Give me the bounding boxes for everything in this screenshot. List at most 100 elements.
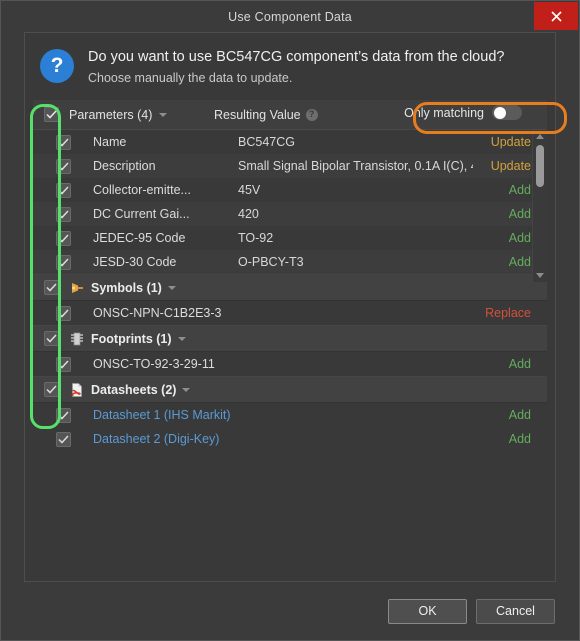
section-label-datasheets-text: Datasheets (2): [91, 382, 177, 397]
section-checkbox-cell: [33, 331, 69, 346]
table-row[interactable]: Datasheet 1 (IHS Markit) Add: [33, 403, 547, 427]
table-column-header: Parameters (4) Resulting Value ? Only ma…: [33, 100, 547, 130]
row-checkbox-cell: [33, 182, 93, 198]
content-panel: ? Do you want to use BC547CG component’s…: [24, 32, 556, 582]
row-checkbox-cell: [33, 407, 93, 423]
chevron-down-icon[interactable]: [167, 285, 176, 290]
check-icon: [57, 410, 69, 420]
check-icon: [57, 161, 69, 171]
scrollbar-track[interactable]: [533, 143, 547, 269]
parameter-value: Small Signal Bipolar Transistor, 0.1A I(…: [238, 159, 473, 173]
check-icon: [57, 185, 69, 195]
select-all-checkbox[interactable]: [43, 107, 59, 122]
row-checkbox[interactable]: [55, 134, 71, 150]
check-icon: [57, 209, 69, 219]
row-checkbox-cell: [33, 431, 93, 447]
chevron-up-icon: [536, 134, 544, 139]
check-icon: [57, 308, 69, 318]
check-icon: [45, 110, 57, 119]
table-row[interactable]: JESD-30 Code O-PBCY-T3 Add: [33, 250, 547, 274]
only-matching-switch[interactable]: [492, 105, 522, 120]
only-matching-toggle[interactable]: Only matching: [395, 103, 528, 122]
title-bar: Use Component Data: [1, 1, 579, 32]
parameter-value: 45V: [238, 183, 261, 197]
row-action-link[interactable]: Add: [473, 408, 547, 422]
column-header-parameters[interactable]: Parameters (4): [69, 108, 214, 122]
chevron-down-icon[interactable]: [182, 387, 191, 392]
symbol-icon: [72, 282, 83, 293]
dialog-body: ? Do you want to use BC547CG component’s…: [1, 32, 579, 582]
question-title: Do you want to use BC547CG component’s d…: [88, 49, 505, 65]
row-checkbox-cell: [33, 158, 93, 174]
parameter-value: O-PBCY-T3: [238, 255, 304, 269]
datasheet-link[interactable]: Datasheet 1 (IHS Markit): [93, 408, 473, 422]
ok-button[interactable]: OK: [388, 598, 467, 624]
question-subtitle: Choose manually the data to update.: [88, 71, 293, 85]
parameter-name: Name: [93, 135, 127, 149]
window-title: Use Component Data: [228, 9, 352, 24]
section-checkbox[interactable]: [43, 331, 59, 346]
table-rows-scroll-area[interactable]: Name BC547CG Update Description Small Si…: [33, 130, 547, 581]
parameter-name: DC Current Gai...: [93, 207, 190, 221]
table-row[interactable]: Name BC547CG Update: [33, 130, 547, 154]
row-checkbox-cell: [33, 305, 93, 321]
section-checkbox[interactable]: [43, 280, 59, 295]
section-header-symbols[interactable]: Symbols (1): [33, 274, 547, 301]
parameter-value: BC547CG: [238, 135, 295, 149]
chevron-down-icon[interactable]: [159, 112, 168, 117]
row-checkbox[interactable]: [55, 158, 71, 174]
section-label-datasheets: Datasheets (2): [69, 382, 191, 398]
section-header-footprints[interactable]: Footprints (1): [33, 325, 547, 352]
row-checkbox[interactable]: [55, 254, 71, 270]
close-button[interactable]: [534, 2, 578, 30]
table-row[interactable]: ONSC-NPN-C1B2E3-3 Replace: [33, 301, 547, 325]
vertical-scrollbar[interactable]: [532, 130, 547, 282]
chevron-down-icon[interactable]: [177, 336, 186, 341]
row-checkbox-cell: [33, 134, 93, 150]
row-checkbox[interactable]: [55, 305, 71, 321]
check-icon: [45, 334, 57, 343]
check-icon: [45, 283, 57, 292]
use-component-data-dialog: Use Component Data ? Do you want to use …: [0, 0, 580, 641]
check-icon: [45, 385, 57, 394]
row-checkbox-cell: [33, 356, 93, 372]
select-all-checkbox-cell: [33, 107, 69, 122]
footprint-name: ONSC-TO-92-3-29-11: [93, 357, 215, 371]
column-header-resulting-value-label: Resulting Value: [214, 107, 301, 122]
row-checkbox[interactable]: [55, 407, 71, 423]
check-icon: [57, 233, 69, 243]
section-checkbox-cell: [33, 280, 69, 295]
row-action-link[interactable]: Add: [473, 357, 547, 371]
row-checkbox[interactable]: [55, 230, 71, 246]
row-action-link[interactable]: Replace: [473, 306, 547, 320]
section-label-footprints-text: Footprints (1): [91, 331, 172, 346]
scrollbar-thumb[interactable]: [536, 145, 544, 187]
column-header-parameters-label: Parameters (4): [69, 107, 153, 122]
row-checkbox-cell: [33, 230, 93, 246]
scroll-down-button[interactable]: [533, 269, 547, 282]
scroll-up-button[interactable]: [533, 130, 547, 143]
row-checkbox[interactable]: [55, 206, 71, 222]
question-header: ? Do you want to use BC547CG component’s…: [25, 33, 555, 100]
table-row[interactable]: DC Current Gai... 420 Add: [33, 202, 547, 226]
chevron-down-icon: [536, 273, 544, 278]
table-row[interactable]: Description Small Signal Bipolar Transis…: [33, 154, 547, 178]
row-checkbox[interactable]: [55, 182, 71, 198]
datasheet-link[interactable]: Datasheet 2 (Digi-Key): [93, 432, 473, 446]
table-row[interactable]: ONSC-TO-92-3-29-11 Add: [33, 352, 547, 376]
section-header-datasheets[interactable]: Datasheets (2): [33, 376, 547, 403]
only-matching-label: Only matching: [404, 105, 484, 120]
row-checkbox[interactable]: [55, 431, 71, 447]
table-row[interactable]: JEDEC-95 Code TO-92 Add: [33, 226, 547, 250]
row-action-link[interactable]: Add: [473, 432, 547, 446]
parameter-name: JEDEC-95 Code: [93, 231, 186, 245]
help-icon[interactable]: ?: [305, 108, 318, 121]
section-label-symbols-text: Symbols (1): [91, 280, 162, 295]
section-checkbox[interactable]: [43, 382, 59, 397]
cancel-button[interactable]: Cancel: [476, 598, 555, 624]
row-checkbox[interactable]: [55, 356, 71, 372]
check-icon: [57, 137, 69, 147]
table-row[interactable]: Datasheet 2 (Digi-Key) Add: [33, 427, 547, 451]
table-row[interactable]: Collector-emitte... 45V Add: [33, 178, 547, 202]
check-icon: [57, 434, 69, 444]
